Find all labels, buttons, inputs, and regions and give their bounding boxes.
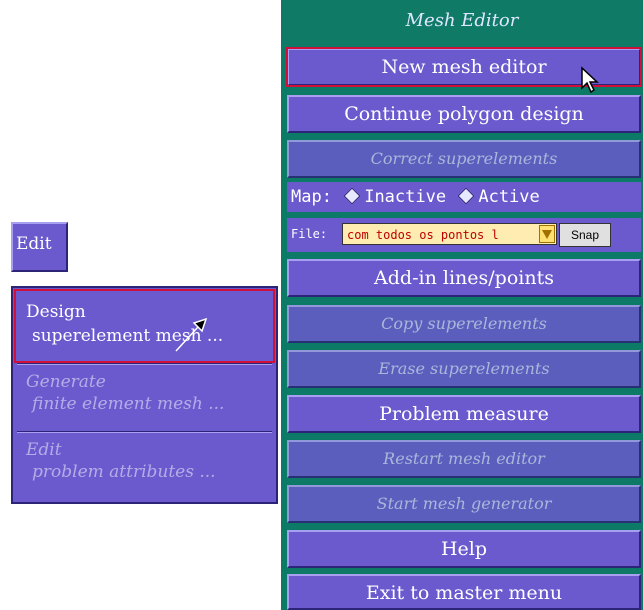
menu-item-generate-title: Generate xyxy=(26,372,106,392)
mouse-pointer-icon xyxy=(175,317,208,352)
map-label: Map: xyxy=(291,187,332,207)
menu-separator xyxy=(17,431,272,433)
erase-superelements-button: Erase superelements xyxy=(287,350,641,388)
file-dropdown-icon[interactable] xyxy=(539,225,555,243)
edit-menu-tab[interactable]: Edit xyxy=(11,222,68,272)
help-button[interactable]: Help xyxy=(287,530,641,568)
menu-item-edit-attributes: Edit problem attributes ... xyxy=(15,434,274,498)
menu-item-generate-subtitle: finite element mesh ... xyxy=(32,394,225,414)
snap-button[interactable]: Snap xyxy=(559,223,611,247)
file-row: File: com todos os pontos l Snap xyxy=(287,218,641,252)
menu-item-design[interactable]: Design superelement mesh ... xyxy=(14,289,275,363)
menu-separator xyxy=(17,363,272,365)
file-field[interactable]: com todos os pontos l xyxy=(342,223,557,245)
panel-title: Mesh Editor xyxy=(283,0,641,47)
menu-item-edit-title: Edit xyxy=(26,440,62,460)
copy-superelements-button: Copy superelements xyxy=(287,305,641,343)
map-inactive-label[interactable]: Inactive xyxy=(364,187,446,207)
restart-mesh-editor-button: Restart mesh editor xyxy=(287,440,641,478)
mouse-pointer-icon xyxy=(581,66,599,94)
file-label: File: xyxy=(291,227,328,241)
menu-item-design-title: Design xyxy=(26,302,86,322)
active-radio-icon[interactable] xyxy=(457,187,475,205)
edit-dropdown-menu: Design superelement mesh ... Generate fi… xyxy=(11,286,278,504)
problem-measure-button[interactable]: Problem measure xyxy=(287,395,641,433)
menu-item-generate: Generate finite element mesh ... xyxy=(15,366,274,430)
continue-polygon-design-button[interactable]: Continue polygon design xyxy=(287,95,641,133)
start-mesh-generator-button: Start mesh generator xyxy=(287,485,641,523)
menu-item-edit-subtitle: problem attributes ... xyxy=(32,462,216,482)
inactive-radio-icon[interactable] xyxy=(343,187,361,205)
map-toggle-row: Map: Inactive Active xyxy=(287,182,641,212)
exit-to-master-menu-button[interactable]: Exit to master menu xyxy=(287,574,641,610)
add-in-lines-points-button[interactable]: Add-in lines/points xyxy=(287,259,641,297)
edit-tab-label: Edit xyxy=(16,234,52,254)
correct-superelements-button: Correct superelements xyxy=(287,140,641,178)
map-active-label[interactable]: Active xyxy=(478,187,539,207)
